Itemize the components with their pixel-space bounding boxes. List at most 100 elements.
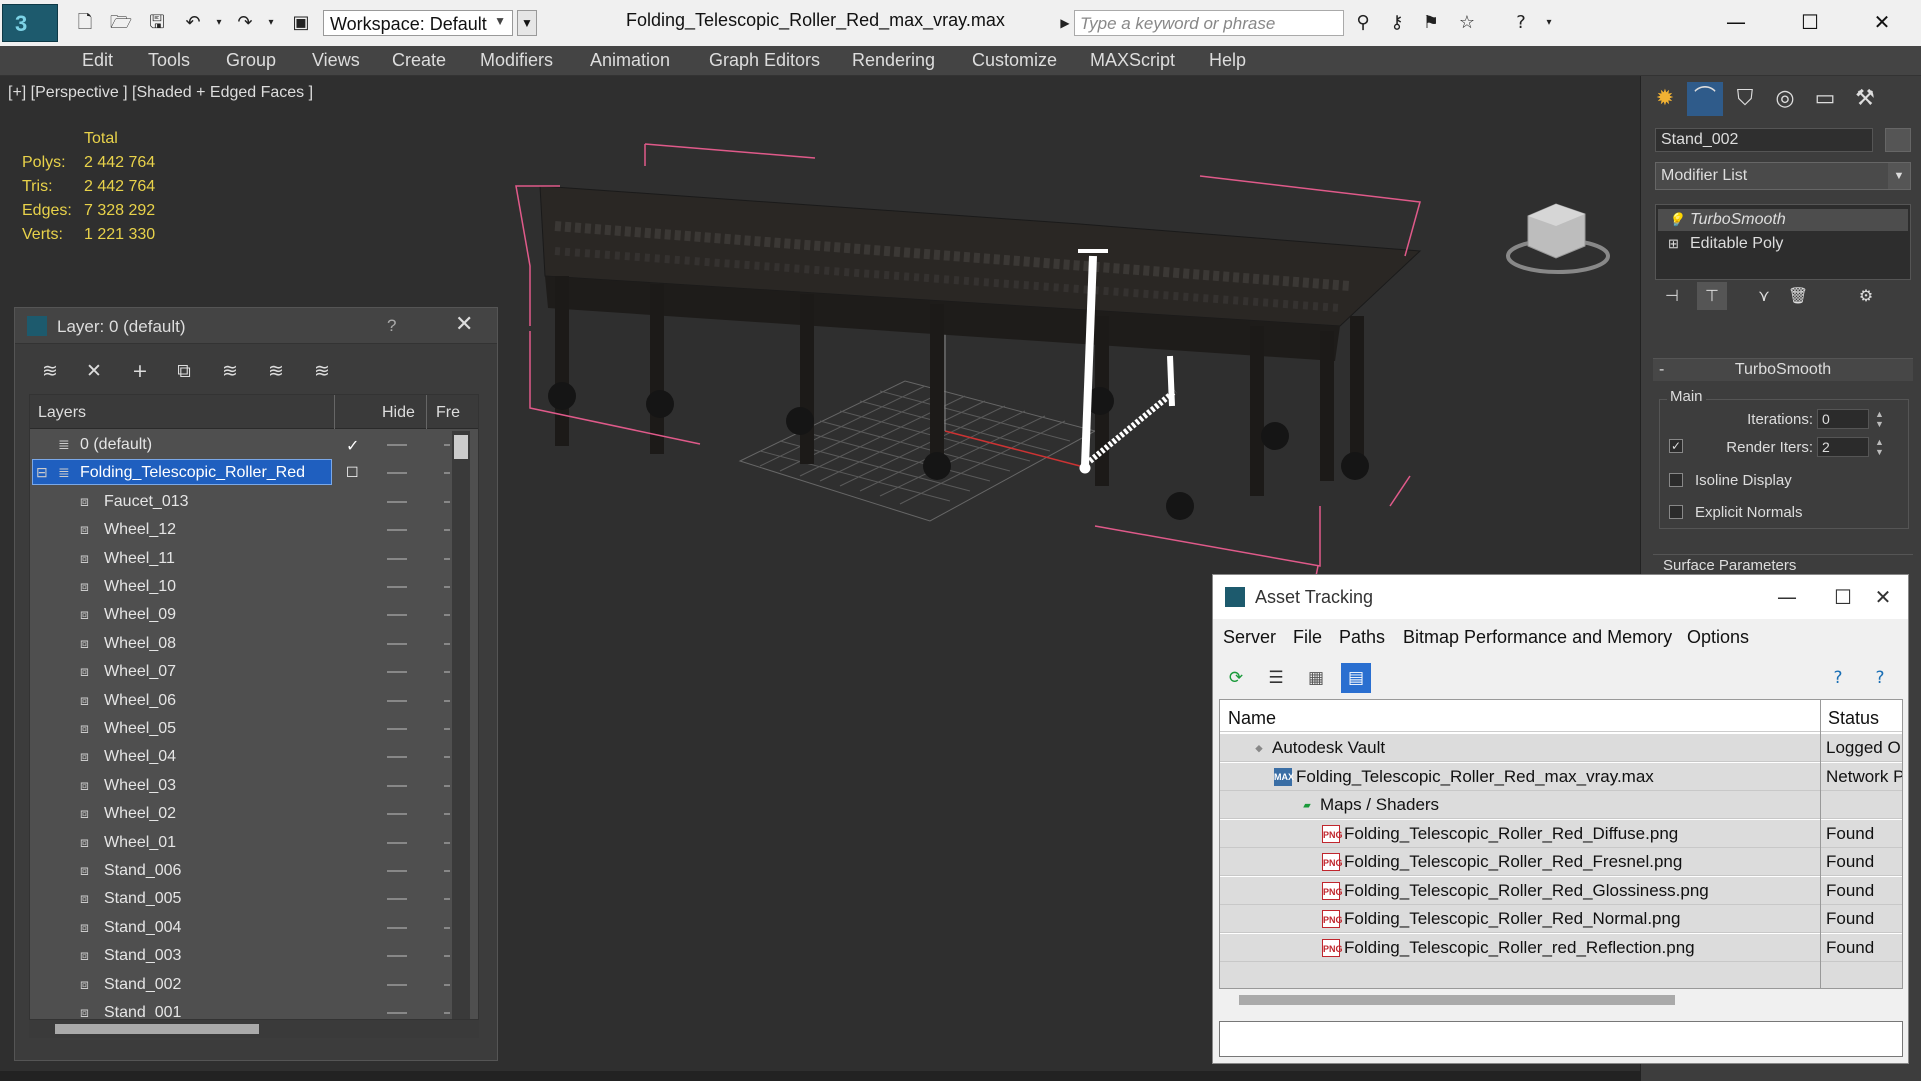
layer-row-object[interactable]: ⧈ Wheel_04 — [30, 743, 450, 771]
highlight-selected-icon[interactable]: ≋ — [213, 356, 247, 386]
minimize-icon[interactable]: — — [1706, 6, 1766, 38]
surface-parameters-rollout[interactable]: Surface Parameters — [1653, 554, 1913, 574]
freeze-toggle[interactable] — [444, 586, 450, 588]
freeze-toggle[interactable] — [444, 1012, 450, 1014]
active-layer-check-icon[interactable]: ✓ — [346, 436, 359, 456]
freeze-toggle[interactable] — [444, 728, 450, 730]
menu-create[interactable]: Create — [392, 50, 446, 71]
remove-modifier-icon[interactable]: 🗑 — [1783, 282, 1813, 310]
rollout-header[interactable]: - TurboSmooth — [1653, 359, 1913, 381]
render-iters-spinner[interactable]: 2 — [1817, 437, 1869, 457]
menu-graph-editors[interactable]: Graph Editors — [709, 50, 820, 71]
scrollbar-thumb[interactable] — [1239, 995, 1675, 1005]
select-objects-icon[interactable]: ⧉ — [167, 356, 201, 386]
add-to-layer-icon[interactable]: + — [123, 356, 157, 386]
hide-toggle[interactable] — [387, 614, 407, 617]
column-name[interactable]: Name — [1228, 708, 1276, 729]
hide-toggle[interactable] — [387, 728, 407, 730]
scrollbar-thumb[interactable] — [454, 435, 468, 459]
layer-row-object[interactable]: ⧈ Wheel_03 — [30, 772, 450, 800]
freeze-all-icon[interactable]: ≋ — [305, 356, 339, 386]
hide-toggle[interactable] — [387, 699, 407, 702]
hide-toggle[interactable] — [387, 926, 407, 929]
search-input[interactable]: Type a keyword or phrase — [1074, 10, 1344, 36]
layer-row-object[interactable]: ⧈ Stand_001 — [30, 999, 450, 1019]
freeze-toggle[interactable] — [444, 671, 450, 674]
menu-views[interactable]: Views — [312, 50, 360, 71]
asset-row[interactable]: PNG Folding_Telescopic_Roller_Red_Glossin… — [1220, 876, 1902, 905]
asset-path-field[interactable] — [1219, 1021, 1903, 1057]
utilities-tab-icon[interactable]: ⚒ — [1847, 82, 1883, 116]
freeze-toggle[interactable] — [444, 699, 450, 702]
stack-item-editable-poly[interactable]: ⊞ Editable Poly — [1658, 233, 1908, 255]
hide-toggle[interactable] — [387, 642, 407, 645]
refresh-icon[interactable]: ⟳ — [1221, 663, 1251, 693]
layer-row-object[interactable]: ⧈ Wheel_06 — [30, 687, 450, 715]
layer-row-object[interactable]: ⧈ Stand_004 — [30, 914, 450, 942]
menu-modifiers[interactable]: Modifiers — [480, 50, 553, 71]
project-folder-icon[interactable]: ▣ — [288, 10, 314, 36]
hide-toggle[interactable] — [387, 983, 407, 986]
help-icon[interactable]: ? — [1823, 663, 1853, 693]
expand-plus-icon[interactable]: ⊞ — [1668, 233, 1679, 255]
scrollbar-thumb[interactable] — [55, 1024, 259, 1034]
freeze-toggle[interactable] — [444, 841, 450, 844]
freeze-toggle[interactable] — [444, 955, 450, 958]
close-icon[interactable]: ✕ — [1852, 6, 1912, 38]
hide-toggle[interactable] — [387, 898, 407, 901]
freeze-toggle[interactable] — [444, 784, 450, 787]
hide-toggle[interactable] — [387, 671, 407, 674]
key-icon[interactable]: ⚷ — [1384, 10, 1410, 36]
freeze-toggle[interactable] — [444, 472, 450, 474]
lightbulb-icon[interactable]: 💡 — [1668, 209, 1684, 231]
hide-toggle[interactable] — [387, 955, 407, 958]
column-status[interactable]: Status — [1828, 708, 1879, 729]
save-icon[interactable]: 🖫 — [144, 10, 170, 36]
minimize-icon[interactable]: — — [1767, 581, 1807, 613]
hide-toggle[interactable] — [387, 756, 407, 759]
menu-options[interactable]: Options — [1687, 627, 1749, 648]
menu-help[interactable]: Help — [1209, 50, 1246, 71]
menu-customize[interactable]: Customize — [972, 50, 1057, 71]
hide-toggle[interactable] — [387, 813, 407, 816]
close-icon[interactable]: ✕ — [1863, 581, 1903, 613]
hide-toggle[interactable] — [387, 500, 407, 503]
binoculars-icon[interactable]: ⚲ — [1350, 10, 1376, 36]
hide-toggle[interactable] — [387, 557, 407, 560]
freeze-toggle[interactable] — [444, 642, 450, 645]
maximize-icon[interactable]: ☐ — [1823, 581, 1863, 613]
workspace-select[interactable]: Workspace: Default ▼ — [323, 10, 513, 36]
asset-row[interactable]: PNG Folding_Telescopic_Roller_Red_Fresnel… — [1220, 848, 1902, 876]
redo-dropdown-icon[interactable]: ▾ — [258, 10, 284, 36]
hide-toggle[interactable] — [387, 586, 407, 588]
asset-row[interactable]: ▰ Maps / Shaders — [1220, 791, 1902, 819]
asset-row[interactable]: MAX Folding_Telescopic_Roller_Red_max_vra… — [1220, 762, 1902, 791]
hide-toggle[interactable] — [387, 870, 407, 872]
open-file-icon[interactable]: 🗁 — [108, 10, 134, 36]
undo-dropdown-icon[interactable]: ▾ — [206, 10, 232, 36]
help-icon[interactable]: ? — [1508, 10, 1534, 36]
layer-row-object[interactable]: ⧈ Stand_002 — [30, 971, 450, 999]
layer-row-object[interactable]: ⧈ Stand_005 — [30, 885, 450, 913]
freeze-toggle[interactable] — [444, 500, 450, 503]
isoline-checkbox[interactable] — [1669, 473, 1683, 487]
asset-row[interactable]: ◆ Autodesk Vault Logged O — [1220, 734, 1902, 762]
close-icon[interactable]: ✕ — [455, 312, 473, 337]
asset-row[interactable]: PNG Folding_Telescopic_Roller_Red_Normal.… — [1220, 905, 1902, 933]
horizontal-scrollbar[interactable] — [1219, 989, 1903, 1011]
spinner-up-icon[interactable]: ▲ — [1875, 438, 1884, 447]
hide-toggle[interactable] — [387, 472, 407, 474]
layer-row-object[interactable]: ⧈ Wheel_12 — [30, 516, 450, 544]
freeze-toggle[interactable] — [444, 983, 450, 986]
layer-row-object[interactable]: ⧈ Wheel_10 — [30, 573, 450, 601]
menu-bitmap-performance[interactable]: Bitmap Performance and Memory — [1403, 627, 1672, 648]
communication-icon[interactable]: ⚑ — [1418, 10, 1444, 36]
freeze-toggle[interactable] — [444, 870, 450, 872]
help-button[interactable]: ? — [387, 316, 396, 336]
modify-tab-icon[interactable]: ⌒ — [1687, 82, 1723, 116]
search-expand-icon[interactable]: ▶ — [1056, 10, 1074, 36]
render-iters-checkbox[interactable]: ✓ — [1669, 439, 1683, 453]
hide-toggle[interactable] — [387, 784, 407, 787]
layer-row-object[interactable]: ⧈ Wheel_08 — [30, 630, 450, 658]
app-logo-icon[interactable]: 3 — [2, 4, 58, 42]
